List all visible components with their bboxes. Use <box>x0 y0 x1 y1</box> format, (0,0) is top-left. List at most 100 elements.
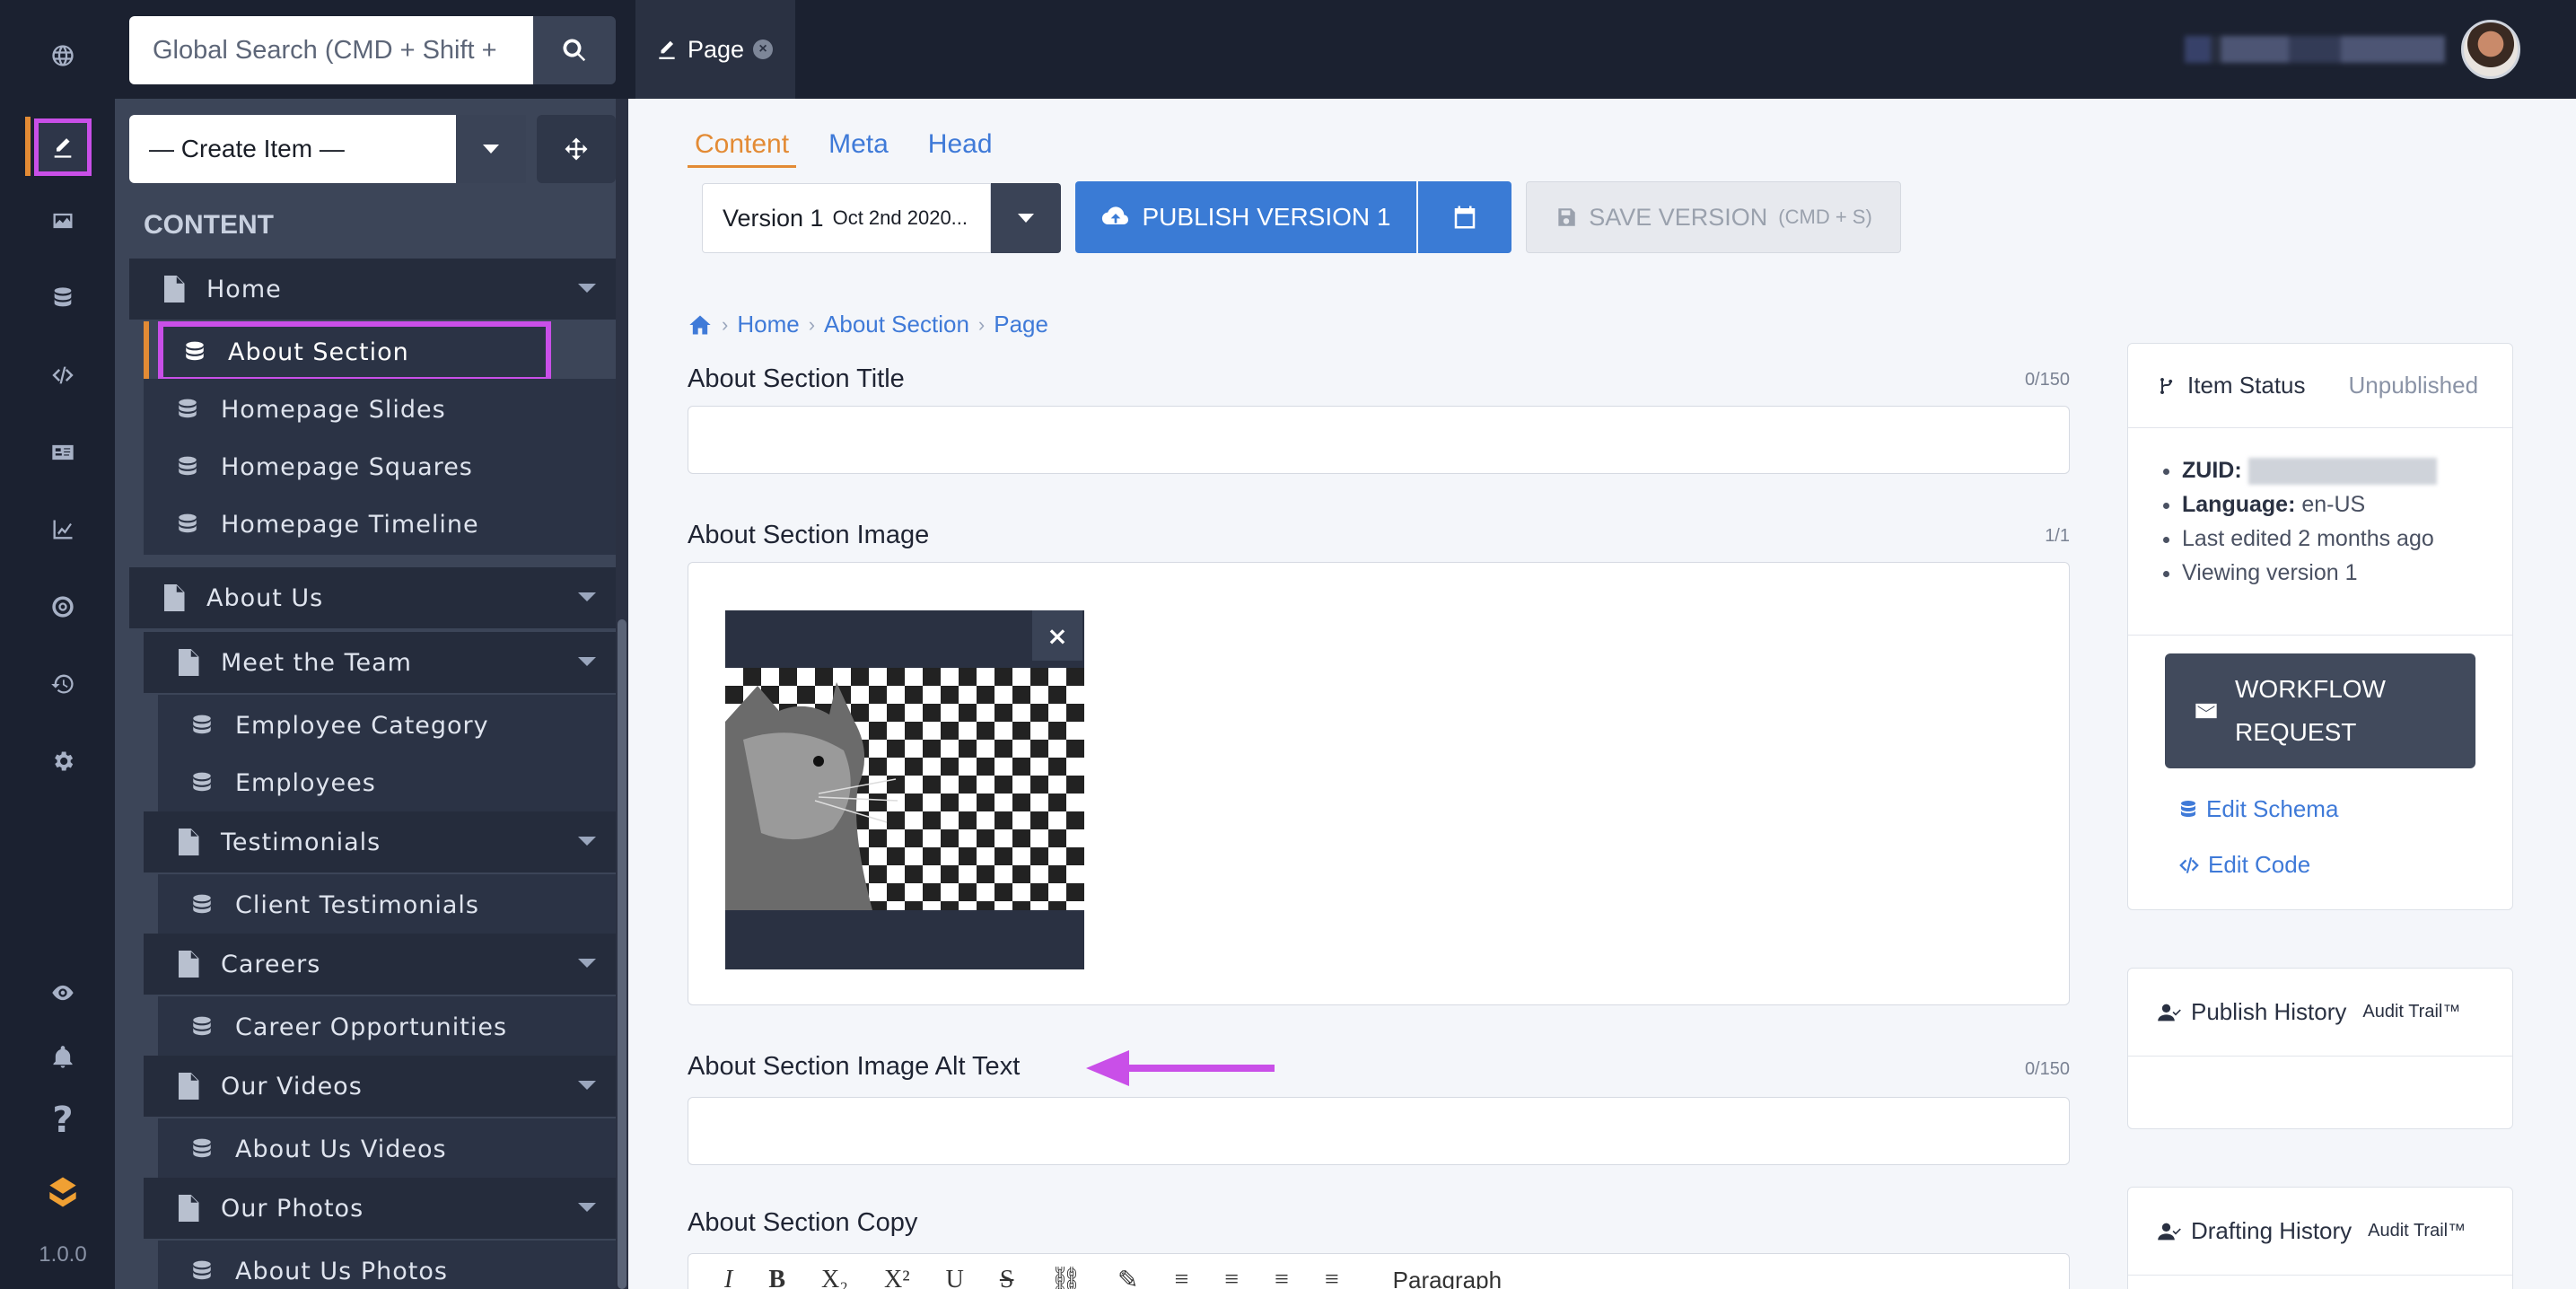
create-item-select[interactable]: — Create Item — <box>129 115 456 183</box>
sidebar-item-employees[interactable]: Employees <box>158 752 616 813</box>
chevron-down-icon[interactable] <box>578 592 596 601</box>
superscript-icon[interactable]: X² <box>884 1266 910 1289</box>
file-icon <box>174 1195 201 1222</box>
link-icon[interactable]: ⛓ <box>1049 1265 1082 1289</box>
file-icon <box>174 1073 201 1100</box>
leads-icon[interactable] <box>36 425 90 479</box>
sidebar-item-client-testimonials[interactable]: Client Testimonials <box>158 874 616 935</box>
breadcrumb-page[interactable]: Page <box>994 311 1048 338</box>
search-button[interactable] <box>533 16 616 84</box>
sidebar-item-our-photos[interactable]: Our Photos <box>144 1178 616 1239</box>
zuid-row: ZUID: <box>2182 453 2512 487</box>
sidebar-item-testimonials[interactable]: Testimonials <box>144 811 616 872</box>
field-count-image: 1/1 <box>2045 526 2070 546</box>
notifications-bell-icon[interactable] <box>36 1030 90 1084</box>
sidebar-item-home[interactable]: Home <box>129 259 616 320</box>
strikethrough-icon[interactable]: S <box>1000 1266 1014 1289</box>
publish-history-header[interactable]: Publish History Audit Trail™ <box>2128 969 2512 1057</box>
sidebar-item-about-us-photos[interactable]: About Us Photos <box>158 1241 616 1289</box>
bold-icon[interactable]: B <box>768 1266 785 1289</box>
edit-code-link[interactable]: Edit Code <box>2177 851 2310 879</box>
tab-content[interactable]: Content <box>688 126 797 168</box>
media-icon[interactable] <box>36 194 90 248</box>
sidebar-item-about-us[interactable]: About Us <box>129 567 616 628</box>
chevron-down-icon[interactable] <box>578 959 596 968</box>
underline-icon[interactable]: U <box>946 1266 964 1289</box>
database-icon <box>2181 800 2195 817</box>
database-icon <box>188 1136 215 1162</box>
open-tab-page[interactable]: Page × <box>635 0 795 99</box>
globe-icon[interactable] <box>36 29 90 83</box>
sidebar-item-label: Homepage Squares <box>221 452 473 481</box>
chevron-down-icon[interactable] <box>578 284 596 293</box>
sidebar-item-homepage-squares[interactable]: Homepage Squares <box>144 436 616 497</box>
version-select[interactable]: Version 1 Oct 2nd 2020... <box>702 183 991 253</box>
sidebar-item-about-section[interactable]: About Section <box>158 321 551 382</box>
home-icon[interactable] <box>688 312 713 338</box>
seo-target-icon[interactable] <box>36 580 90 634</box>
sidebar-item-employee-category[interactable]: Employee Category <box>158 695 616 756</box>
last-edited: Last edited 2 months ago <box>2182 522 2512 556</box>
global-search-input[interactable]: Global Search (CMD + Shift + <box>129 16 533 84</box>
drafting-history-header[interactable]: Drafting History Audit Trail™ <box>2128 1188 2512 1276</box>
user-check-icon <box>2158 1004 2181 1021</box>
publish-button[interactable]: PUBLISH VERSION 1 <box>1075 181 1416 253</box>
zuid-label: ZUID: <box>2182 458 2242 483</box>
field-count-title: 0/150 <box>2024 370 2070 390</box>
align-right-icon[interactable]: ≡ <box>1275 1266 1289 1289</box>
remove-image-button[interactable]: × <box>1032 610 1082 661</box>
user-menu[interactable] <box>2163 0 2531 99</box>
sidebar-item-career-opportunities[interactable]: Career Opportunities <box>158 996 616 1057</box>
envelope-icon <box>2195 703 2217 719</box>
justify-icon[interactable]: ≡ <box>1325 1266 1339 1289</box>
workflow-request-button[interactable]: WORKFLOW REQUEST <box>2165 653 2475 768</box>
publish-history-card: Publish History Audit Trail™ <box>2127 968 2513 1129</box>
version-dropdown[interactable] <box>991 183 1061 253</box>
sidebar-item-our-videos[interactable]: Our Videos <box>144 1056 616 1117</box>
highlight-icon[interactable]: ✎ <box>1117 1265 1138 1289</box>
code-icon[interactable] <box>36 348 90 402</box>
chevron-down-icon[interactable] <box>578 1203 596 1212</box>
history-icon[interactable] <box>36 657 90 711</box>
paragraph-style-select[interactable]: Paragraph <box>1393 1267 1502 1289</box>
schedule-publish-button[interactable] <box>1418 181 1511 253</box>
help-question-icon[interactable]: ? <box>36 1093 90 1147</box>
analytics-icon[interactable] <box>36 503 90 557</box>
language-label: Language: <box>2182 492 2296 517</box>
preview-eye-icon[interactable] <box>36 966 90 1020</box>
close-tab-icon[interactable]: × <box>753 39 774 59</box>
chevron-down-icon[interactable] <box>578 657 596 666</box>
chevron-down-icon <box>1018 214 1034 223</box>
publish-label: PUBLISH VERSION 1 <box>1142 203 1391 231</box>
database-icon[interactable] <box>36 271 90 325</box>
tab-head[interactable]: Head <box>921 126 1000 168</box>
save-version-button[interactable]: SAVE VERSION (CMD + S) <box>1526 181 1901 253</box>
sidebar-item-homepage-slides[interactable]: Homepage Slides <box>144 379 616 440</box>
chevron-down-icon[interactable] <box>578 837 596 846</box>
move-sidebar-button[interactable] <box>537 115 616 183</box>
sidebar-item-meet-the-team[interactable]: Meet the Team <box>144 632 616 693</box>
content-editor-icon[interactable] <box>34 118 92 176</box>
tab-meta[interactable]: Meta <box>821 126 896 168</box>
align-center-icon[interactable]: ≡ <box>1224 1266 1239 1289</box>
align-left-icon[interactable]: ≡ <box>1174 1266 1188 1289</box>
about-section-title-input[interactable] <box>688 406 2070 474</box>
move-arrows-icon <box>565 137 588 161</box>
edit-schema-link[interactable]: Edit Schema <box>2177 795 2338 823</box>
sidebar-item-careers[interactable]: Careers <box>144 934 616 995</box>
settings-gear-icon[interactable] <box>36 734 90 788</box>
user-avatar[interactable] <box>2461 20 2520 79</box>
breadcrumb-about-section[interactable]: About Section <box>824 311 969 338</box>
create-item-dropdown[interactable] <box>456 115 526 183</box>
sidebar-item-about-us-videos[interactable]: About Us Videos <box>158 1118 616 1179</box>
italic-icon[interactable]: I <box>724 1266 732 1289</box>
subscript-icon[interactable]: X₂ <box>821 1266 848 1289</box>
item-status-state: Unpublished <box>2348 372 2479 399</box>
sidebar-scrollbar-thumb[interactable] <box>618 619 626 1289</box>
save-label: SAVE VERSION <box>1589 203 1768 231</box>
field-label-title: About Section Title <box>688 364 905 393</box>
about-section-image-alt-text-input[interactable] <box>688 1097 2070 1165</box>
breadcrumb-home[interactable]: Home <box>737 311 799 338</box>
sidebar-item-homepage-timeline[interactable]: Homepage Timeline <box>144 494 616 555</box>
chevron-down-icon[interactable] <box>578 1081 596 1090</box>
